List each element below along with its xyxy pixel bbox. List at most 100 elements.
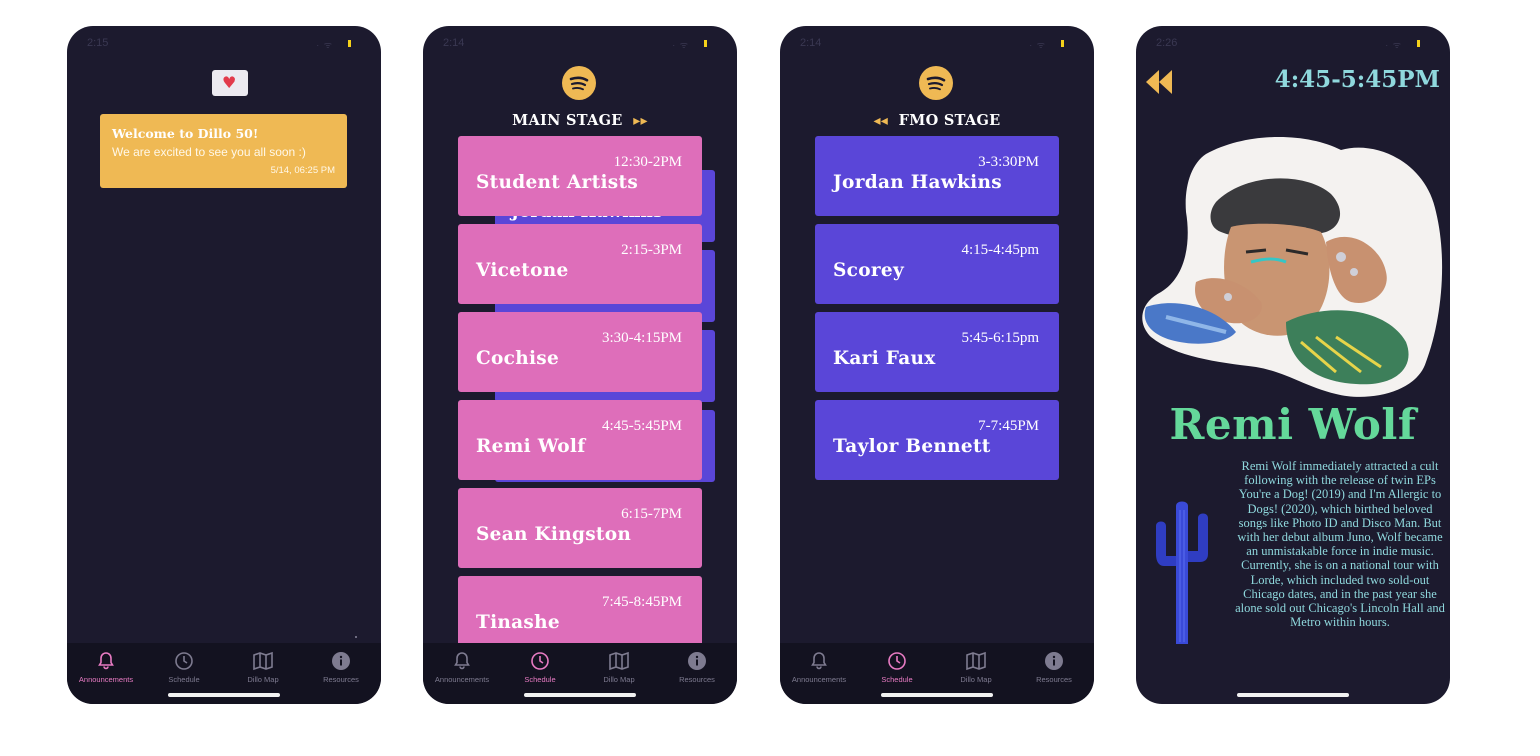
spotify-icon[interactable] (562, 66, 596, 100)
home-indicator[interactable] (168, 693, 280, 697)
status-bar: 2:26 · ᯤ (1136, 37, 1450, 53)
stage-header: ◂◂ FMO STAGE (780, 112, 1094, 129)
schedule-slot[interactable]: 6:15-7PM Sean Kingston (458, 488, 702, 568)
map-icon (253, 651, 273, 671)
slot-time: 6:15-7PM (621, 506, 682, 522)
tab-label: Schedule (524, 675, 556, 684)
phone-fmo-stage-screen: 2:14 · ᯤ ◂◂ FMO STAGE 3-3:30PM Jordan Ha… (780, 26, 1094, 704)
tab-label: Schedule (881, 675, 913, 684)
schedule-slot[interactable]: 5:45-6:15pm Kari Faux (815, 312, 1059, 392)
battery-icon (348, 40, 351, 47)
tab-label: Announcements (78, 675, 134, 684)
slot-artist: Sean Kingston (476, 524, 632, 545)
tab-resources[interactable]: Resources (658, 651, 736, 684)
home-indicator[interactable] (524, 693, 636, 697)
slot-time: 12:30-2PM (613, 154, 682, 170)
map-icon (609, 651, 629, 671)
tab-announcements[interactable]: Announcements (423, 651, 501, 684)
tab-schedule[interactable]: Schedule (501, 651, 579, 684)
wifi-icon: · ᯤ (1029, 40, 1046, 50)
status-time: 2:15 (87, 37, 109, 49)
announcement-title: Welcome to Dillo 50! (112, 126, 259, 141)
announcement-card[interactable]: Welcome to Dillo 50! We are excited to s… (100, 114, 347, 188)
slot-time: 4:15-4:45pm (961, 242, 1040, 258)
tab-schedule[interactable]: Schedule (145, 651, 223, 684)
phone-announcements-screen: 2:15 · ᯤ ♥ Welcome to Dillo 50! We are e… (67, 26, 381, 704)
slot-artist: Jordan Hawkins (833, 172, 1002, 193)
stage-title: MAIN STAGE (512, 112, 623, 129)
tab-schedule[interactable]: Schedule (858, 651, 936, 684)
slot-time: 3-3:30PM (978, 154, 1039, 170)
slot-artist: Cochise (476, 348, 560, 369)
slot-time: 7-7:45PM (978, 418, 1039, 434)
battery-icon (1061, 40, 1064, 47)
bell-icon (454, 652, 470, 670)
wifi-icon: · ᯤ (1385, 40, 1402, 50)
status-time: 2:14 (443, 37, 465, 49)
fast-forward-icon[interactable]: ▸▸ (628, 113, 648, 129)
tab-label: Dillo Map (960, 675, 992, 684)
schedule-slot[interactable]: 3:30-4:15PM Cochise (458, 312, 702, 392)
spotify-icon[interactable] (919, 66, 953, 100)
slot-artist: Taylor Bennett (833, 436, 991, 457)
slot-time: 4:45-5:45PM (601, 418, 682, 434)
status-bar: 2:14 · ᯤ (423, 37, 737, 53)
slot-time: 5:45-6:15pm (961, 330, 1040, 346)
map-icon (966, 651, 986, 671)
tab-label: Announcements (434, 675, 490, 684)
divider (355, 636, 357, 638)
schedule-slot[interactable]: 12:30-2PM Student Artists (458, 136, 702, 216)
cactus-icon (1156, 501, 1208, 644)
tab-label: Announcements (791, 675, 847, 684)
tab-announcements[interactable]: Announcements (67, 651, 145, 684)
tab-label: Resources (679, 675, 715, 684)
tab-announcements[interactable]: Announcements (780, 651, 858, 684)
schedule-slot[interactable]: 4:15-4:45pm Scorey (815, 224, 1059, 304)
announcement-timestamp: 5/14, 06:25 PM (270, 165, 335, 176)
clock-icon (531, 652, 549, 670)
schedule-slot[interactable]: 7-7:45PM Taylor Bennett (815, 400, 1059, 480)
slot-time: 2:15-3PM (621, 242, 682, 258)
stage-header: MAIN STAGE ▸▸ (423, 112, 737, 129)
announcement-body: We are excited to see you all soon :) (112, 145, 306, 159)
tab-dillo-map[interactable]: Dillo Map (580, 651, 658, 684)
schedule-slot[interactable]: 2:15-3PM Vicetone (458, 224, 702, 304)
back-rewind-icon[interactable] (1144, 68, 1174, 96)
tab-label: Dillo Map (603, 675, 635, 684)
love-letter-icon: ♥ (212, 70, 248, 96)
rewind-icon[interactable]: ◂◂ (873, 113, 893, 129)
tab-resources[interactable]: Resources (302, 651, 380, 684)
home-indicator[interactable] (881, 693, 993, 697)
slot-artist: Tinashe (476, 612, 560, 633)
clock-icon (175, 652, 193, 670)
artist-bio: Remi Wolf immediately attracted a cult f… (1235, 459, 1445, 630)
schedule-slot[interactable]: 3-3:30PM Jordan Hawkins (815, 136, 1059, 216)
battery-icon (704, 40, 707, 47)
status-bar: 2:14 · ᯤ (780, 37, 1094, 53)
artist-name: Remi Wolf (1169, 400, 1417, 449)
info-icon (688, 652, 706, 670)
phone-main-stage-screen: 2:14 · ᯤ MAIN STAGE ▸▸ Jordan Hawkins 12… (423, 26, 737, 704)
status-bar: 2:15 · ᯤ (67, 37, 381, 53)
tab-dillo-map[interactable]: Dillo Map (937, 651, 1015, 684)
schedule-slot[interactable]: 4:45-5:45PM Remi Wolf (458, 400, 702, 480)
home-indicator[interactable] (1237, 693, 1349, 697)
tab-label: Resources (1036, 675, 1072, 684)
info-icon (332, 652, 350, 670)
tab-label: Dillo Map (247, 675, 279, 684)
tab-label: Resources (323, 675, 359, 684)
bell-icon (811, 652, 827, 670)
battery-icon (1417, 40, 1420, 47)
wifi-icon: · ᯤ (672, 40, 689, 50)
artist-photo (1142, 136, 1443, 397)
performance-time: 4:45-5:45PM (1274, 66, 1440, 93)
info-icon (1045, 652, 1063, 670)
slot-time: 3:30-4:15PM (601, 330, 682, 346)
status-time: 2:26 (1156, 37, 1178, 49)
stage-title: FMO STAGE (898, 112, 1001, 129)
tab-resources[interactable]: Resources (1015, 651, 1093, 684)
tab-dillo-map[interactable]: Dillo Map (224, 651, 302, 684)
clock-icon (888, 652, 906, 670)
slot-artist: Kari Faux (833, 348, 936, 369)
tab-label: Schedule (168, 675, 200, 684)
